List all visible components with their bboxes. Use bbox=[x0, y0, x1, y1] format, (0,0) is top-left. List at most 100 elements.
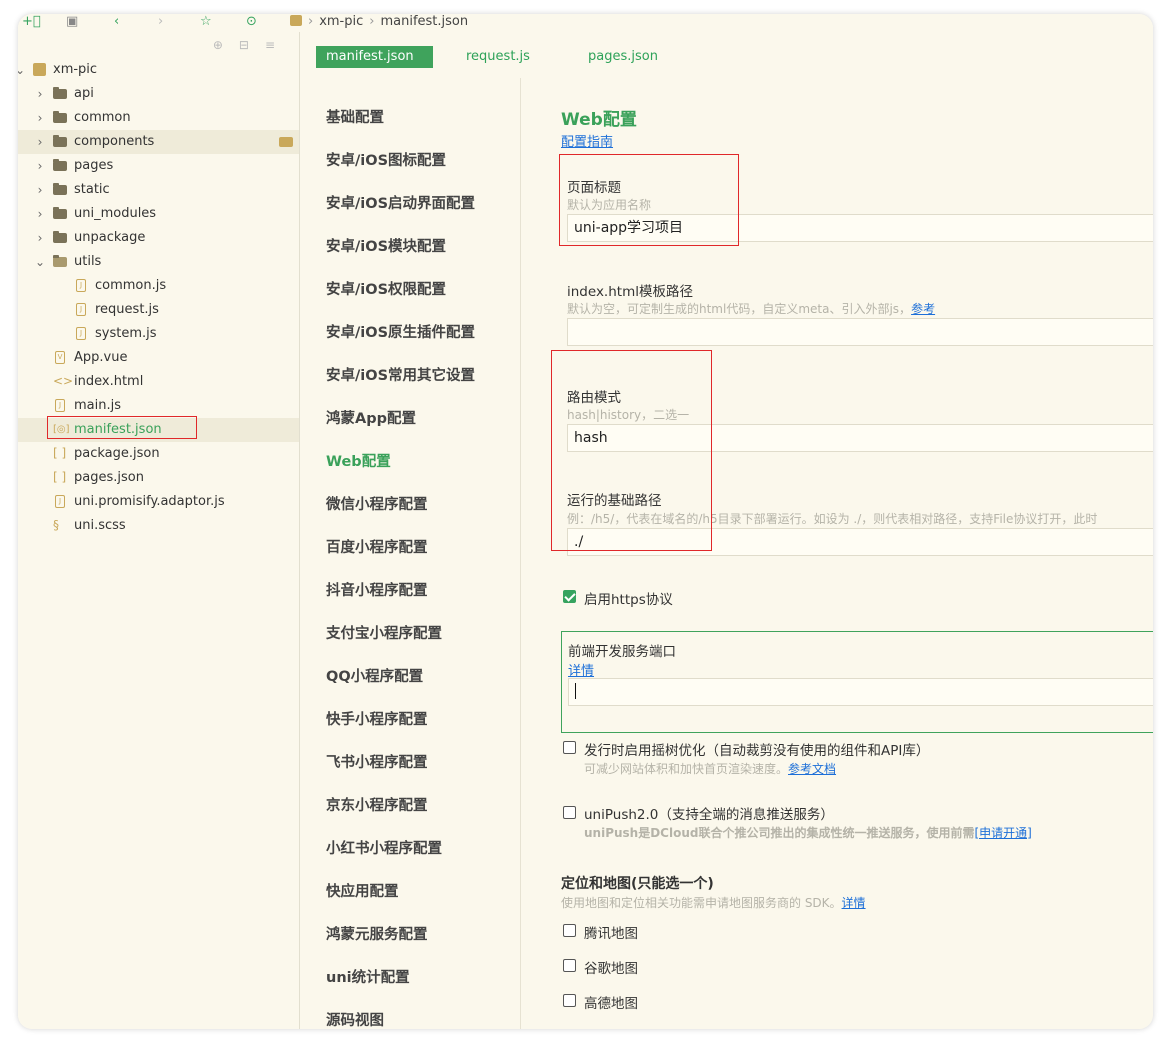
open-folder-icon[interactable] bbox=[279, 137, 293, 147]
nav-item-app-icon[interactable]: 安卓/iOS图标配置 bbox=[326, 149, 446, 170]
nav-item-splash[interactable]: 安卓/iOS启动界面配置 bbox=[326, 192, 475, 213]
tree-item-pages[interactable]: › pages bbox=[18, 154, 299, 178]
nav-item-quickapp[interactable]: 快应用配置 bbox=[326, 880, 399, 901]
template-path-input[interactable] bbox=[567, 318, 1153, 346]
chevron-right-icon[interactable]: › bbox=[34, 202, 46, 226]
tree-item-unpackage[interactable]: › unpackage bbox=[18, 226, 299, 250]
menu-icon[interactable]: ≡ bbox=[265, 38, 291, 52]
tree-item-label: system.js bbox=[95, 326, 157, 341]
map-tencent-checkbox[interactable] bbox=[563, 924, 576, 937]
tree-item-label: main.js bbox=[74, 398, 121, 413]
nav-item-basic[interactable]: 基础配置 bbox=[326, 106, 384, 127]
map-amap-checkbox[interactable] bbox=[563, 994, 576, 1007]
chevron-down-icon[interactable]: ⌄ bbox=[34, 250, 46, 274]
template-path-label: index.html模板路径 bbox=[567, 284, 693, 300]
chevron-right-icon[interactable]: › bbox=[34, 130, 46, 154]
nav-item-native-plugins[interactable]: 安卓/iOS原生插件配置 bbox=[326, 321, 475, 342]
tree-item-pages-json[interactable]: [ ] pages.json bbox=[18, 466, 299, 490]
collapse-icon[interactable]: ⊟ bbox=[239, 38, 265, 52]
https-checkbox[interactable] bbox=[563, 590, 576, 603]
forward-icon[interactable]: › bbox=[158, 14, 163, 30]
folder-icon bbox=[53, 183, 67, 195]
tab-request-js[interactable]: request.js bbox=[456, 46, 540, 68]
nav-item-weixin[interactable]: 微信小程序配置 bbox=[326, 493, 428, 514]
breadcrumb: › xm-pic › manifest.json bbox=[290, 14, 468, 30]
nav-item-baidu[interactable]: 百度小程序配置 bbox=[326, 536, 428, 557]
folder-icon bbox=[53, 159, 67, 171]
tree-item-common-js[interactable]: J common.js bbox=[18, 274, 299, 298]
nav-item-xiaohongshu[interactable]: 小红书小程序配置 bbox=[326, 837, 442, 858]
js-file-icon: J bbox=[76, 303, 86, 316]
tree-item-uni-promisify[interactable]: J uni.promisify.adaptor.js bbox=[18, 490, 299, 514]
nav-item-source-view[interactable]: 源码视图 bbox=[326, 1009, 384, 1029]
tree-item-utils[interactable]: ⌄ utils bbox=[18, 250, 299, 274]
tree-item-main-js[interactable]: J main.js bbox=[18, 394, 299, 418]
tree-item-package-json[interactable]: [ ] package.json bbox=[18, 442, 299, 466]
new-file-icon[interactable]: +⃞ bbox=[22, 14, 41, 30]
folder-icon bbox=[53, 135, 67, 147]
js-file-icon: J bbox=[76, 279, 86, 292]
tree-project-root[interactable]: ⌄ xm-pic bbox=[18, 58, 299, 82]
template-reference-link[interactable]: 参考 bbox=[911, 302, 935, 316]
chevron-right-icon[interactable]: › bbox=[34, 226, 46, 250]
config-guide-link[interactable]: 配置指南 bbox=[561, 131, 613, 150]
map-detail-link[interactable]: 详情 bbox=[842, 896, 866, 910]
chevron-right-icon[interactable]: › bbox=[34, 82, 46, 106]
js-file-icon: J bbox=[76, 327, 86, 340]
tree-item-common[interactable]: › common bbox=[18, 106, 299, 130]
run-icon[interactable]: ⊙ bbox=[246, 14, 257, 30]
tree-item-uni-scss[interactable]: § uni.scss bbox=[18, 514, 299, 538]
chevron-right-icon[interactable]: › bbox=[34, 106, 46, 130]
star-icon[interactable]: ☆ bbox=[200, 14, 212, 30]
nav-item-uni-stat[interactable]: uni统计配置 bbox=[326, 966, 410, 987]
locate-icon[interactable]: ⊕ bbox=[213, 38, 239, 52]
js-file-icon: J bbox=[55, 399, 65, 412]
tree-item-label: index.html bbox=[74, 374, 144, 389]
unipush-checkbox[interactable] bbox=[563, 806, 576, 819]
tab-pages-json[interactable]: pages.json bbox=[578, 46, 668, 68]
nav-item-modules[interactable]: 安卓/iOS模块配置 bbox=[326, 235, 446, 256]
tree-item-index-html[interactable]: <> index.html bbox=[18, 370, 299, 394]
tree-item-app-vue[interactable]: V App.vue bbox=[18, 346, 299, 370]
project-sidebar: ⊕⊟≡ ⌄ xm-pic › api › common › components… bbox=[18, 32, 300, 1029]
chevron-right-icon[interactable]: › bbox=[34, 178, 46, 202]
back-icon[interactable]: ‹ bbox=[114, 14, 119, 30]
tree-item-request-js[interactable]: J request.js bbox=[18, 298, 299, 322]
nav-item-harmony-app[interactable]: 鸿蒙App配置 bbox=[326, 407, 416, 428]
section-title: Web配置 bbox=[561, 110, 637, 130]
tree-item-system-js[interactable]: J system.js bbox=[18, 322, 299, 346]
chevron-down-icon[interactable]: ⌄ bbox=[18, 58, 26, 82]
highlight-box bbox=[551, 350, 712, 551]
tree-item-api[interactable]: › api bbox=[18, 82, 299, 106]
tree-item-label: unpackage bbox=[74, 230, 146, 245]
treeshake-checkbox[interactable] bbox=[563, 741, 576, 754]
tree-item-uni-modules[interactable]: › uni_modules bbox=[18, 202, 299, 226]
nav-item-feishu[interactable]: 飞书小程序配置 bbox=[326, 751, 428, 772]
tree-item-label: App.vue bbox=[74, 350, 128, 365]
nav-item-qq[interactable]: QQ小程序配置 bbox=[326, 665, 423, 686]
tree-item-label: utils bbox=[74, 254, 102, 269]
breadcrumb-file[interactable]: manifest.json bbox=[380, 14, 468, 29]
nav-item-harmony-service[interactable]: 鸿蒙元服务配置 bbox=[326, 923, 428, 944]
treeshake-doc-link[interactable]: 参考文档 bbox=[788, 762, 836, 776]
nav-item-jd[interactable]: 京东小程序配置 bbox=[326, 794, 428, 815]
breadcrumb-project[interactable]: xm-pic bbox=[319, 14, 363, 29]
unipush-apply-link[interactable]: [申请开通] bbox=[974, 826, 1031, 840]
tab-manifest-json[interactable]: manifest.json bbox=[316, 46, 433, 68]
tree-item-static[interactable]: › static bbox=[18, 178, 299, 202]
chevron-right-icon[interactable]: › bbox=[34, 154, 46, 178]
dev-port-detail-link[interactable]: 详情 bbox=[568, 660, 594, 679]
folder-icon bbox=[53, 111, 67, 123]
map-google-checkbox[interactable] bbox=[563, 959, 576, 972]
json-file-icon: [ ] bbox=[53, 470, 67, 484]
nav-item-permissions[interactable]: 安卓/iOS权限配置 bbox=[326, 278, 446, 299]
nav-item-alipay[interactable]: 支付宝小程序配置 bbox=[326, 622, 442, 643]
tree-item-components[interactable]: › components bbox=[18, 130, 299, 154]
map-hint: 使用地图和定位相关功能需申请地图服务商的 SDK。详情 bbox=[561, 896, 866, 910]
save-icon[interactable]: ▣ bbox=[66, 14, 78, 30]
nav-item-douyin[interactable]: 抖音小程序配置 bbox=[326, 579, 428, 600]
dev-port-input[interactable] bbox=[568, 678, 1153, 706]
nav-item-other-settings[interactable]: 安卓/iOS常用其它设置 bbox=[326, 364, 475, 385]
nav-item-web[interactable]: Web配置 bbox=[326, 450, 391, 471]
nav-item-kuaishou[interactable]: 快手小程序配置 bbox=[326, 708, 428, 729]
